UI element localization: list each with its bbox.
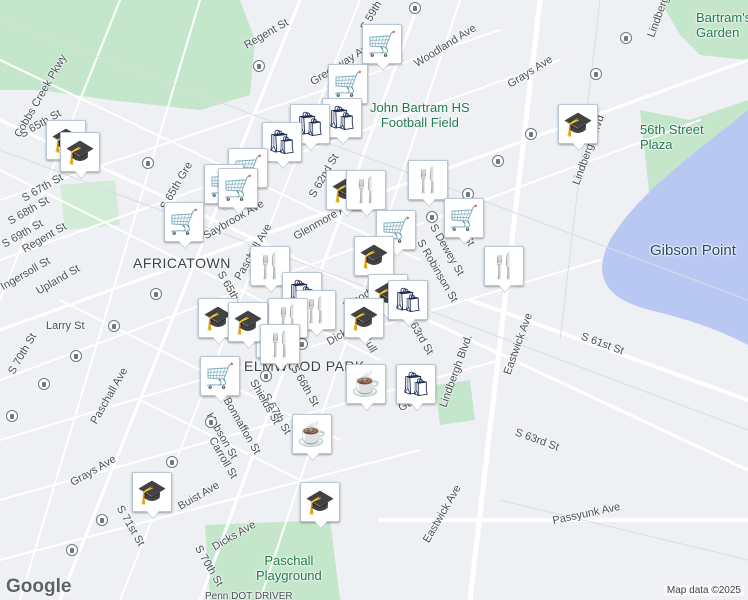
- school-icon[interactable]: 🎓: [300, 482, 340, 522]
- street-label: Larry St: [46, 320, 85, 332]
- shopping-cart-icon[interactable]: 🛒: [218, 168, 258, 208]
- restaurant-icon[interactable]: 🍴: [346, 170, 386, 210]
- bus-stop-icon[interactable]: [38, 378, 50, 390]
- shopping-cart-icon[interactable]: 🛒: [444, 198, 484, 238]
- coffee-icon[interactable]: ☕: [292, 414, 332, 454]
- school-icon[interactable]: 🎓: [354, 236, 394, 276]
- poi-label-bartram-field: John Bartram HS Football Field: [370, 100, 470, 130]
- school-icon[interactable]: 🎓: [60, 132, 100, 172]
- restaurant-icon[interactable]: 🍴: [484, 246, 524, 286]
- school-icon[interactable]: 🎓: [344, 298, 384, 338]
- bus-stop-icon[interactable]: [96, 514, 108, 526]
- bus-stop-icon[interactable]: [426, 211, 438, 223]
- bus-stop-icon[interactable]: [525, 128, 537, 140]
- shopping-bag-icon[interactable]: 🛍: [388, 280, 428, 320]
- bus-stop-icon[interactable]: [590, 68, 602, 80]
- bus-stop-icon[interactable]: [253, 60, 265, 72]
- bus-stop-icon[interactable]: [492, 155, 504, 167]
- shopping-cart-icon[interactable]: 🛒: [362, 24, 402, 64]
- bus-stop-icon[interactable]: [150, 288, 162, 300]
- poi-label-bartram-garden: Bartram's Garden: [696, 10, 748, 40]
- map-attribution[interactable]: Map data ©2025: [663, 585, 744, 596]
- bus-stop-icon[interactable]: [205, 416, 217, 428]
- poi-label-56th-street-plaza: 56th Street Plaza: [640, 122, 704, 152]
- map-canvas[interactable]: AFRICATOWN ELMWOOD PARK Gibson Point Bar…: [0, 0, 748, 600]
- bus-stop-icon[interactable]: [142, 157, 154, 169]
- shopping-bag-icon[interactable]: 🛍: [262, 122, 302, 162]
- poi-label-bottom-cut: Penn DOT DRIVER: [205, 591, 293, 600]
- poi-label-paschall-playground: Paschall Playground: [256, 553, 322, 583]
- coffee-icon[interactable]: ☕: [346, 364, 386, 404]
- shopping-bag-icon[interactable]: 🛍: [396, 364, 436, 404]
- school-icon[interactable]: 🎓: [132, 472, 172, 512]
- bus-stop-icon[interactable]: [108, 320, 120, 332]
- shopping-cart-icon[interactable]: 🛒: [200, 356, 240, 396]
- google-logo: Google: [6, 576, 72, 597]
- bus-stop-icon[interactable]: [70, 350, 82, 362]
- bus-stop-icon[interactable]: [620, 32, 632, 44]
- bus-stop-icon[interactable]: [166, 456, 178, 468]
- bus-stop-icon[interactable]: [260, 370, 272, 382]
- bus-stop-icon[interactable]: [409, 2, 421, 14]
- shopping-cart-icon[interactable]: 🛒: [164, 202, 204, 242]
- restaurant-icon[interactable]: 🍴: [408, 160, 448, 200]
- school-icon[interactable]: 🎓: [558, 104, 598, 144]
- restaurant-icon[interactable]: 🍴: [260, 324, 300, 364]
- area-label-africatown: AFRICATOWN: [133, 255, 231, 271]
- bus-stop-icon[interactable]: [66, 544, 78, 556]
- area-label-gibson-point: Gibson Point: [650, 242, 736, 259]
- bus-stop-icon[interactable]: [6, 410, 18, 422]
